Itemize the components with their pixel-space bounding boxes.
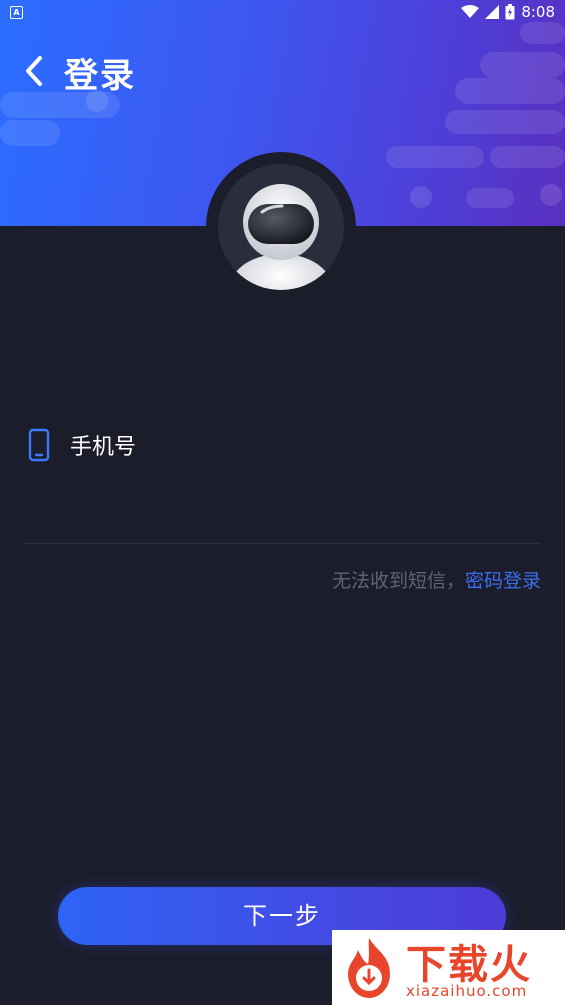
input-underline bbox=[24, 543, 541, 544]
decor-cloud bbox=[455, 78, 565, 104]
password-login-link[interactable]: 密码登录 bbox=[465, 570, 541, 592]
watermark-url: xiazaihuo.com bbox=[406, 982, 528, 1000]
status-bar: A 8:08 bbox=[0, 0, 565, 26]
watermark: 下载火 xiazaihuo.com bbox=[332, 930, 565, 1005]
phone-field[interactable]: 手机号 bbox=[24, 428, 136, 462]
status-time: 8:08 bbox=[521, 3, 555, 21]
login-hint: 无法收到短信，密码登录 bbox=[332, 566, 541, 593]
flame-logo-icon bbox=[348, 938, 390, 998]
status-icons: 8:08 bbox=[461, 3, 555, 21]
chevron-left-icon bbox=[26, 56, 42, 86]
avatar[interactable] bbox=[218, 164, 344, 290]
wifi-icon bbox=[461, 5, 480, 18]
signal-icon bbox=[485, 5, 500, 19]
decor-cloud bbox=[480, 52, 565, 78]
mobile-phone-icon bbox=[28, 428, 50, 462]
decor-cloud bbox=[0, 120, 60, 146]
battery-icon bbox=[505, 4, 515, 20]
decor-cloud bbox=[466, 188, 514, 208]
decor-dot bbox=[540, 184, 562, 206]
phone-field-label: 手机号 bbox=[70, 435, 137, 460]
notification-a-icon: A bbox=[10, 6, 23, 19]
decor-cloud bbox=[490, 146, 565, 168]
back-button[interactable] bbox=[20, 52, 54, 90]
astronaut-avatar-icon bbox=[231, 184, 331, 290]
hint-text: 无法收到短信， bbox=[331, 570, 465, 592]
decor-cloud bbox=[386, 146, 484, 168]
decor-cloud bbox=[445, 110, 565, 134]
decor-dot bbox=[410, 186, 432, 208]
page-title: 登录 bbox=[64, 56, 136, 96]
